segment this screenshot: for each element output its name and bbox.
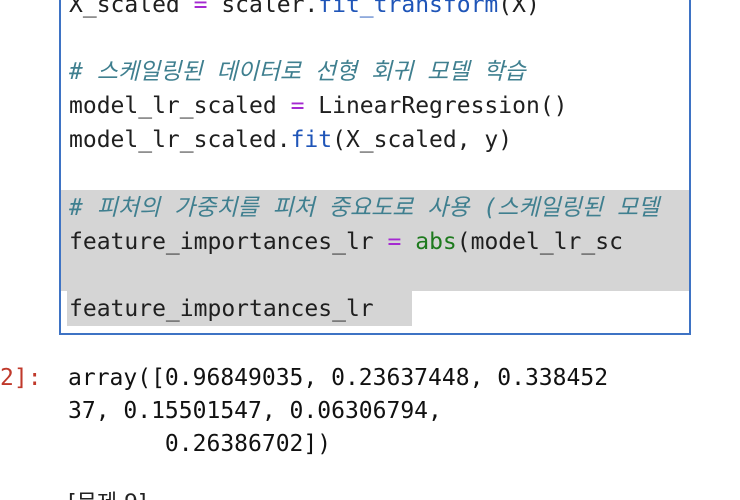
- code-line-10[interactable]: feature_importances_lr: [61, 292, 689, 326]
- code-token: X_scaled: [69, 0, 194, 18]
- code-token: fit: [290, 127, 333, 153]
- code-token: =: [387, 229, 402, 255]
- code-token: scaler.: [207, 0, 319, 18]
- notebook-page: X_scaled = scaler.fit_transform(X) # 스케일…: [0, 0, 740, 500]
- code-line-3[interactable]: # 스케일링된 데이터로 선형 회귀 모델 학습: [61, 55, 689, 89]
- cell-output: array([0.96849035, 0.23637448, 0.338452 …: [68, 362, 728, 461]
- code-line-8[interactable]: feature_importances_lr = abs(model_lr_sc: [61, 225, 689, 259]
- code-token: =: [193, 0, 208, 18]
- code-line-1[interactable]: X_scaled = scaler.fit_transform(X): [61, 0, 689, 22]
- output-line-2: 37, 0.15501547, 0.06306794,: [68, 398, 442, 424]
- code-token: (model_lr_sc: [456, 229, 623, 255]
- code-token: =: [290, 93, 305, 119]
- output-line-3: 0.26386702]): [68, 431, 332, 457]
- code-token: model_lr_scaled.: [69, 127, 291, 153]
- code-line-5[interactable]: model_lr_scaled.fit(X_scaled, y): [61, 123, 689, 157]
- code-token: (X): [498, 0, 540, 18]
- code-line-4[interactable]: model_lr_scaled = LinearRegression(): [61, 89, 689, 123]
- next-markdown-cell[interactable]: [문제 9]: [68, 485, 147, 500]
- code-token: # 스케일링된 데이터로 선형 회귀 모델 학습: [69, 59, 526, 85]
- code-token: fit_transform: [318, 0, 499, 18]
- code-token: model_lr_scaled: [69, 93, 291, 119]
- code-token: (X_scaled, y): [332, 127, 513, 153]
- output-line-1: array([0.96849035, 0.23637448, 0.338452: [68, 365, 609, 391]
- code-token: feature_importances_lr: [69, 296, 374, 322]
- output-prompt: 2]:: [0, 365, 42, 391]
- code-line-7[interactable]: # 피처의 가중치를 피처 중요도로 사용 (스케일링된 모델: [61, 191, 689, 225]
- code-token: feature_importances_lr: [69, 229, 388, 255]
- code-cell-editor[interactable]: X_scaled = scaler.fit_transform(X) # 스케일…: [59, 0, 691, 335]
- code-token: abs: [415, 229, 457, 255]
- code-token: # 피처의 가중치를 피처 중요도로 사용 (스케일링된 모델: [69, 195, 660, 221]
- code-token: LinearRegression(): [304, 93, 568, 119]
